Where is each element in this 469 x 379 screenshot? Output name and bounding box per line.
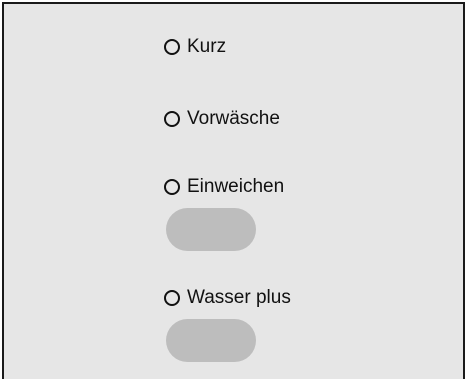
options-panel: Kurz Vorwäsche Einweichen Wasser plus — [2, 2, 465, 379]
option-label-einweichen: Einweichen — [187, 176, 285, 197]
option-einweichen[interactable]: Einweichen — [164, 174, 284, 200]
option-kurz[interactable]: Kurz — [164, 34, 226, 60]
radio-circle-icon[interactable] — [164, 111, 180, 127]
option-label-vorwaesche: Vorwäsche — [187, 108, 280, 129]
radio-circle-icon[interactable] — [164, 179, 180, 195]
wasser-plus-button[interactable] — [166, 319, 256, 362]
radio-circle-icon[interactable] — [164, 290, 180, 306]
option-vorwaesche[interactable]: Vorwäsche — [164, 106, 280, 132]
option-wasser-plus[interactable]: Wasser plus — [164, 285, 291, 311]
radio-circle-icon[interactable] — [164, 39, 180, 55]
option-label-kurz: Kurz — [187, 36, 227, 57]
einweichen-button[interactable] — [166, 208, 256, 251]
option-label-wasser-plus: Wasser plus — [187, 287, 291, 308]
